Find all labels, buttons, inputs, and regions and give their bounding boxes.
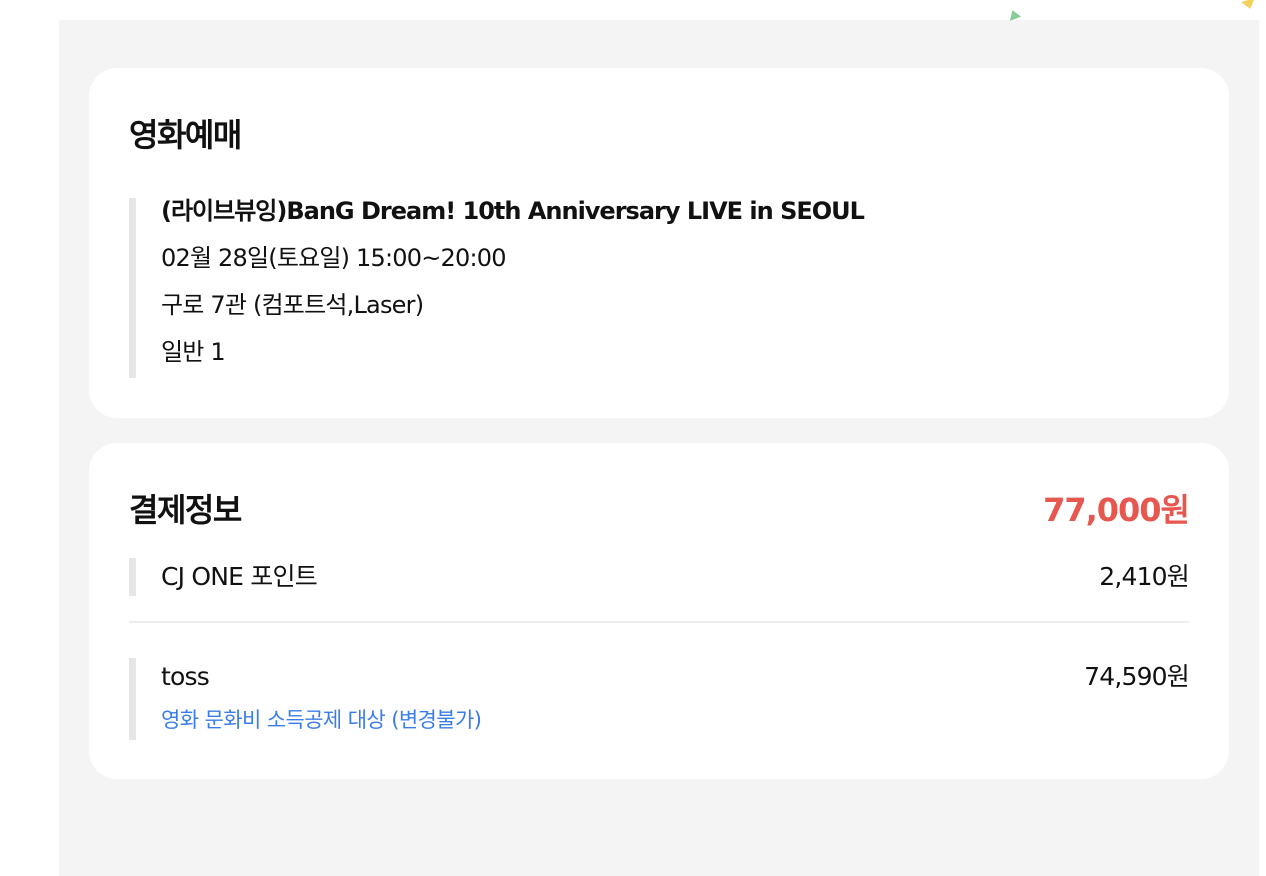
theater-info: 구로 7관 (컴포트석,Laser) (161, 291, 424, 319)
payment-info-card: 결제정보 77,000원 CJ ONE 포인트 2,410원 toss 74,5… (89, 443, 1229, 779)
income-deduction-note: 영화 문화비 소득공제 대상 (변경불가) (161, 708, 482, 732)
payment-method-name: toss (161, 662, 210, 691)
movie-booking-card: 영화예매 (라이브뷰잉)BanG Dream! 10th Anniversary… (89, 68, 1229, 418)
payment-total: 77,000원 (1043, 491, 1190, 529)
payment-method-row: toss 74,590원 영화 문화비 소득공제 대상 (변경불가) (129, 658, 1190, 740)
movie-booking-title: 영화예매 (129, 116, 242, 154)
confetti-decoration (1241, 0, 1257, 11)
payment-method-name: CJ ONE 포인트 (161, 562, 318, 591)
booking-details: (라이브뷰잉)BanG Dream! 10th Anniversary LIVE… (129, 197, 1189, 378)
payment-method-row: CJ ONE 포인트 2,410원 (129, 558, 1190, 596)
showtime: 02월 28일(토요일) 15:00~20:00 (161, 244, 507, 272)
movie-name: (라이브뷰잉)BanG Dream! 10th Anniversary LIVE… (161, 197, 865, 225)
divider (129, 621, 1189, 623)
confetti-decoration (1006, 8, 1022, 21)
payment-method-amount: 2,410원 (1099, 562, 1190, 591)
ticket-count: 일반 1 (161, 338, 226, 366)
payment-method-amount: 74,590원 (1084, 662, 1190, 691)
payment-info-title: 결제정보 (129, 491, 242, 529)
